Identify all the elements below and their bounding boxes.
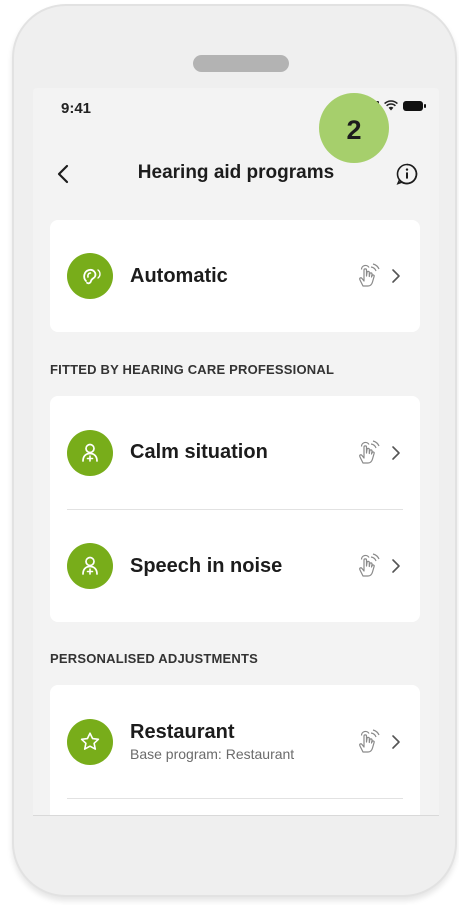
tap-gesture-icon <box>359 263 380 287</box>
ear-icon <box>67 253 113 299</box>
chevron-right-icon <box>392 559 400 573</box>
divider <box>67 798 403 799</box>
program-title: Calm situation <box>130 441 268 463</box>
program-row-automatic[interactable]: Automatic <box>50 220 420 332</box>
chevron-right-icon <box>392 445 400 460</box>
chevron-right-icon <box>392 269 400 283</box>
program-text: Calm situation <box>130 441 268 464</box>
program-text: Automatic <box>130 265 228 288</box>
tap-gesture-icon <box>359 553 380 577</box>
fitted-programs-card: Calm situation Speech in noise <box>50 396 420 622</box>
phone-speaker <box>193 55 289 72</box>
page-title: Hearing aid programs <box>137 162 335 183</box>
program-text: Restaurant Base program: Restaurant <box>130 721 294 762</box>
section-header-fitted: FITTED BY HEARING CARE PROFESSIONAL <box>50 362 335 377</box>
tap-gesture-icon <box>359 728 380 753</box>
program-title: Speech in noise <box>130 554 283 577</box>
program-row-speech-in-noise[interactable]: Speech in noise <box>50 510 420 622</box>
app-screen: 9:41 2 Hearing aid programs Automatic FI… <box>33 88 439 816</box>
battery-icon <box>403 100 426 111</box>
program-subtitle: Base program: Restaurant <box>130 746 295 762</box>
tap-gesture-icon <box>359 439 380 464</box>
program-row-calm-situation[interactable]: Calm situation <box>50 396 420 509</box>
section-header-personalised: PERSONALISED ADJUSTMENTS <box>50 651 259 666</box>
program-text: Speech in noise <box>130 555 282 578</box>
nav-bar: Hearing aid programs <box>33 154 439 194</box>
status-time: 9:41 <box>61 100 92 117</box>
program-title: Automatic <box>130 264 228 287</box>
step-badge: 2 <box>319 93 389 163</box>
person-plus-icon <box>67 543 113 589</box>
chevron-right-icon <box>392 734 400 749</box>
automatic-card: Automatic <box>50 220 420 332</box>
info-button[interactable] <box>393 160 421 188</box>
info-icon <box>396 163 418 185</box>
program-title: Restaurant <box>130 721 235 743</box>
star-icon <box>67 718 113 765</box>
wifi-icon <box>384 100 398 111</box>
person-plus-icon <box>67 429 113 476</box>
program-row-restaurant[interactable]: Restaurant Base program: Restaurant <box>50 685 420 798</box>
personalised-programs-card: Restaurant Base program: Restaurant <box>50 685 420 815</box>
